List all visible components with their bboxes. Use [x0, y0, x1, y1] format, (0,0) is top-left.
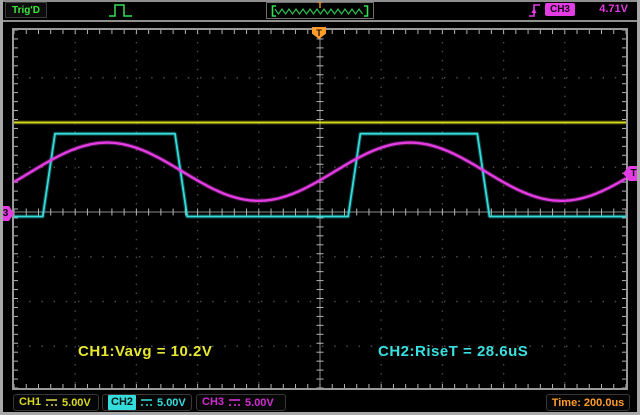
trigger-source-label: CH3: [550, 4, 570, 15]
trigger-source-badge: CH3: [545, 3, 575, 16]
ch2-dc-coupling-icon: [141, 399, 152, 406]
oscilloscope-screen: Trig'D T CH3 4.71V T 3 T CH1:Vavg = 10.2…: [0, 0, 640, 415]
trigger-status-label: Trig'D: [12, 5, 40, 16]
bezel-top: [0, 0, 640, 2]
ch3-dc-coupling-icon: [229, 399, 240, 406]
ch2-status-box: CH2 5.00V: [102, 394, 192, 411]
preview-trigger-position-icon: T: [314, 1, 326, 10]
rising-edge-trigger-icon: [527, 3, 542, 18]
ch2-label: CH2: [108, 395, 136, 410]
ch3-label: CH3: [202, 395, 224, 410]
ch2-scale: 5.00V: [157, 397, 186, 409]
graticule-grid: [13, 29, 627, 389]
ch1-dc-coupling-icon: [46, 399, 57, 406]
ch1-label: CH1: [19, 395, 41, 410]
top-bar-separator: [0, 20, 640, 22]
ch2-measurement-readout: CH2:RiseT = 28.6uS: [378, 343, 528, 360]
trigger-status-badge: Trig'D: [5, 2, 47, 18]
ch1-status-box: CH1 5.00V: [13, 394, 99, 411]
bezel-left: [0, 0, 3, 415]
ch3-scale: 5.00V: [245, 397, 274, 409]
ch3-status-box: CH3 5.00V: [196, 394, 286, 411]
ch1-scale: 5.00V: [62, 397, 91, 409]
trigger-level-readout: 4.71V: [580, 3, 628, 16]
pulse-trigger-icon: [108, 3, 134, 18]
timebase-readout: Time: 200.0us: [546, 394, 630, 411]
ch1-measurement-readout: CH1:Vavg = 10.2V: [78, 343, 212, 360]
timebase-label: Time: 200.0us: [552, 397, 625, 409]
